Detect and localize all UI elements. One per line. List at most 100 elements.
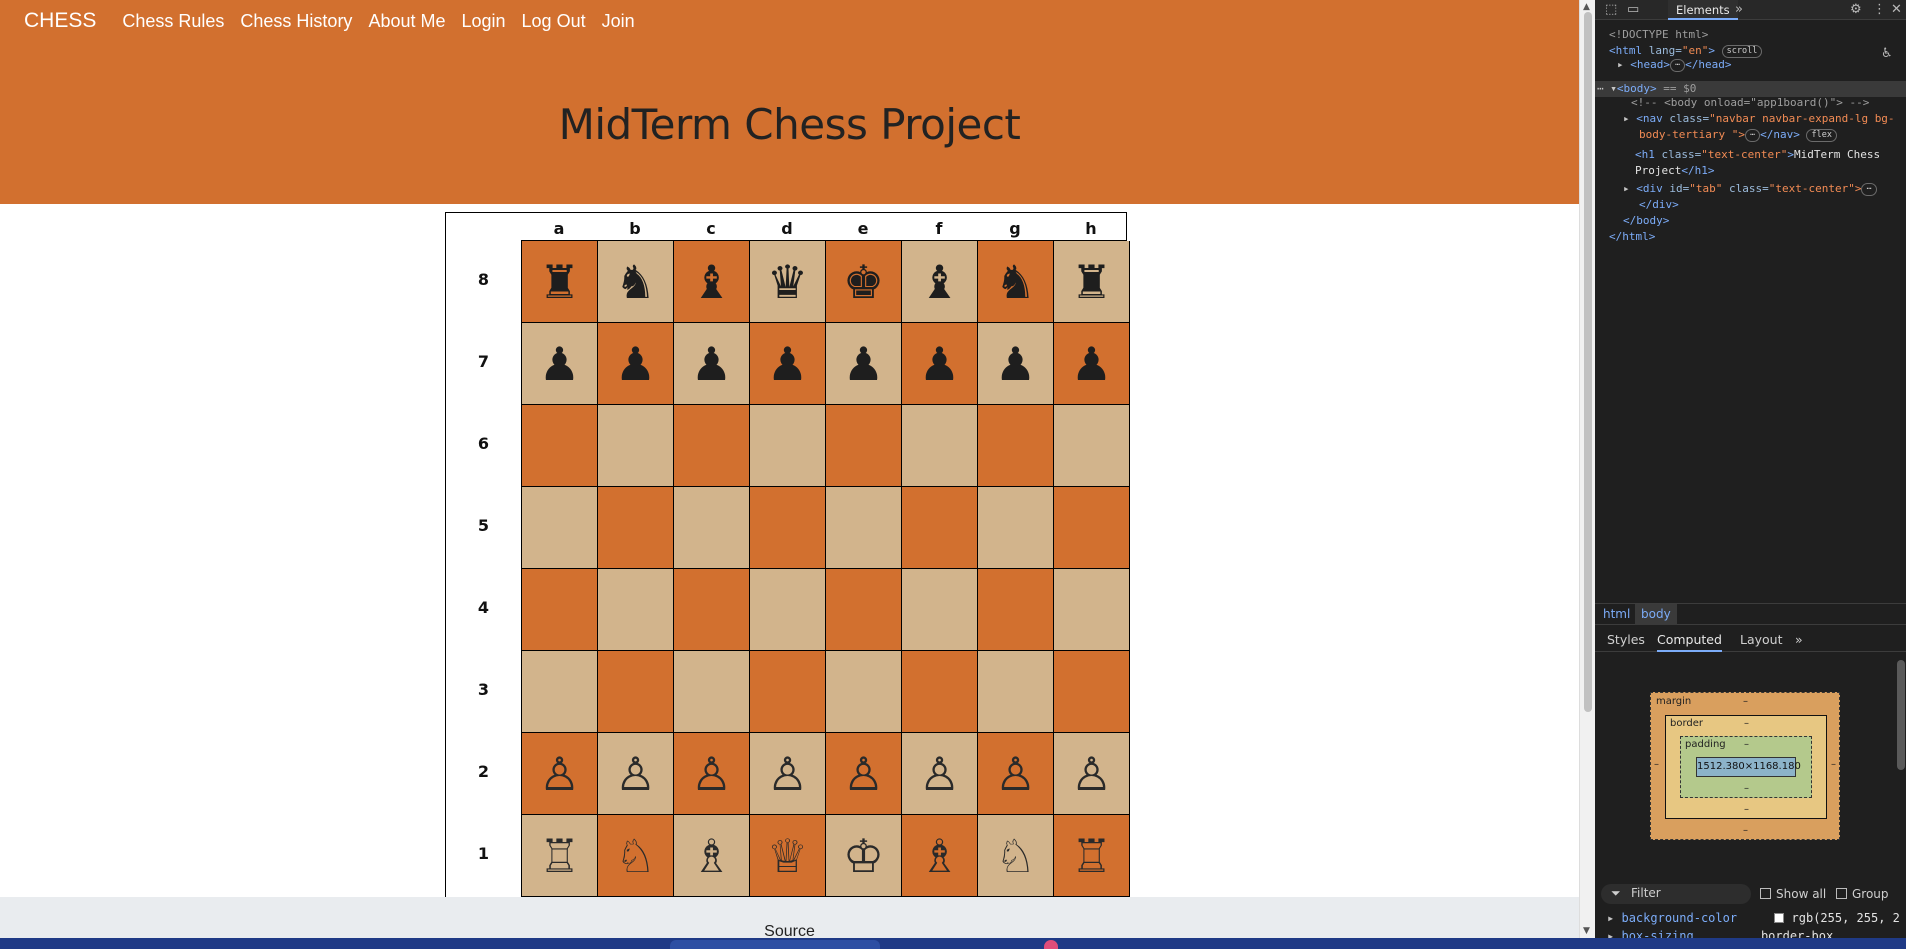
- dom-h1-cont[interactable]: Project</h1>: [1635, 164, 1714, 178]
- square-d7[interactable]: ♟: [750, 323, 826, 405]
- square-c6[interactable]: [674, 405, 750, 487]
- dom-body[interactable]: ⋯ ▾<body> == $0: [1597, 82, 1696, 96]
- dom-comment[interactable]: <!-- <body onload="app1board()"> -->: [1631, 96, 1869, 110]
- dom-head[interactable]: ▸ <head> ⋯ </head>: [1617, 58, 1731, 72]
- dom-doctype[interactable]: <!DOCTYPE html>: [1609, 28, 1708, 42]
- scroll-up-icon[interactable]: ▲: [1583, 2, 1590, 12]
- square-f5[interactable]: [902, 487, 978, 569]
- scroll-thumb[interactable]: [1584, 12, 1592, 712]
- nav-link-chess-history[interactable]: Chess History: [240, 11, 352, 32]
- color-swatch[interactable]: [1774, 913, 1785, 923]
- square-c5[interactable]: [674, 487, 750, 569]
- inspect-icon[interactable]: ⬚: [1605, 2, 1617, 17]
- square-e4[interactable]: [826, 569, 902, 651]
- nav-link-join[interactable]: Join: [602, 11, 635, 32]
- square-e6[interactable]: [826, 405, 902, 487]
- square-d3[interactable]: [750, 651, 826, 733]
- square-e1[interactable]: ♔: [826, 815, 902, 897]
- chess-piece-b7[interactable]: ♟: [615, 341, 656, 387]
- dom-html-close[interactable]: </html>: [1609, 230, 1655, 244]
- chess-piece-d2[interactable]: ♙: [767, 751, 808, 797]
- gear-icon[interactable]: ⚙: [1850, 2, 1862, 17]
- more-dots-icon[interactable]: ⋯: [1597, 82, 1604, 95]
- show-all-checkbox[interactable]: Show all: [1760, 887, 1826, 901]
- taskbar-app-icon[interactable]: [1044, 940, 1058, 949]
- square-a6[interactable]: [522, 405, 598, 487]
- square-h5[interactable]: [1054, 487, 1130, 569]
- square-e8[interactable]: ♚: [826, 241, 902, 323]
- square-e3[interactable]: [826, 651, 902, 733]
- chess-piece-f7[interactable]: ♟: [919, 341, 960, 387]
- breadcrumb-html[interactable]: html: [1597, 604, 1636, 625]
- square-f4[interactable]: [902, 569, 978, 651]
- dom-div[interactable]: ▸ <div id="tab" class="text-center"> ⋯: [1623, 182, 1877, 196]
- square-g4[interactable]: [978, 569, 1054, 651]
- group-checkbox[interactable]: Group: [1836, 887, 1889, 901]
- square-d1[interactable]: ♕: [750, 815, 826, 897]
- nav-link-about-me[interactable]: About Me: [368, 11, 445, 32]
- expand-arrow-icon[interactable]: ▸: [1623, 112, 1630, 125]
- square-b6[interactable]: [598, 405, 674, 487]
- chess-piece-g2[interactable]: ♙: [995, 751, 1036, 797]
- square-d5[interactable]: [750, 487, 826, 569]
- dom-nav-cont[interactable]: body-tertiary "> ⋯ </nav> flex: [1639, 128, 1837, 142]
- chess-piece-b2[interactable]: ♙: [615, 751, 656, 797]
- taskbar-app[interactable]: [670, 940, 880, 949]
- chess-piece-b1[interactable]: ♘: [615, 833, 656, 879]
- square-h7[interactable]: ♟: [1054, 323, 1130, 405]
- chess-piece-g8[interactable]: ♞: [995, 259, 1036, 305]
- square-b8[interactable]: ♞: [598, 241, 674, 323]
- square-g5[interactable]: [978, 487, 1054, 569]
- chess-piece-a2[interactable]: ♙: [539, 751, 580, 797]
- dom-nav[interactable]: ▸ <nav class="navbar navbar-expand-lg bg…: [1623, 112, 1895, 126]
- chess-piece-e2[interactable]: ♙: [843, 751, 884, 797]
- brand-logo[interactable]: CHESS: [24, 9, 96, 33]
- square-b7[interactable]: ♟: [598, 323, 674, 405]
- square-g3[interactable]: [978, 651, 1054, 733]
- chess-piece-e1[interactable]: ♔: [843, 833, 884, 879]
- square-g2[interactable]: ♙: [978, 733, 1054, 815]
- ellipsis-badge[interactable]: ⋯: [1670, 59, 1686, 72]
- square-g8[interactable]: ♞: [978, 241, 1054, 323]
- nav-link-chess-rules[interactable]: Chess Rules: [122, 11, 224, 32]
- breadcrumb-body[interactable]: body: [1635, 604, 1677, 625]
- more-tabs-icon[interactable]: »: [1735, 2, 1743, 17]
- devtools-scrollbar[interactable]: [1897, 660, 1905, 770]
- square-d6[interactable]: [750, 405, 826, 487]
- kebab-menu-icon[interactable]: ⋮: [1873, 2, 1886, 17]
- chess-piece-c7[interactable]: ♟: [691, 341, 732, 387]
- square-f6[interactable]: [902, 405, 978, 487]
- square-a7[interactable]: ♟: [522, 323, 598, 405]
- square-e2[interactable]: ♙: [826, 733, 902, 815]
- square-a2[interactable]: ♙: [522, 733, 598, 815]
- chess-piece-b8[interactable]: ♞: [615, 259, 656, 305]
- chess-piece-f1[interactable]: ♗: [919, 833, 960, 879]
- square-b5[interactable]: [598, 487, 674, 569]
- chess-piece-h8[interactable]: ♜: [1071, 259, 1112, 305]
- dom-h1[interactable]: <h1 class="text-center">MidTerm Chess: [1635, 148, 1880, 162]
- square-c1[interactable]: ♗: [674, 815, 750, 897]
- square-b1[interactable]: ♘: [598, 815, 674, 897]
- square-f7[interactable]: ♟: [902, 323, 978, 405]
- square-b2[interactable]: ♙: [598, 733, 674, 815]
- chess-piece-a1[interactable]: ♖: [539, 833, 580, 879]
- chess-piece-g1[interactable]: ♘: [995, 833, 1036, 879]
- close-icon[interactable]: ✕: [1891, 2, 1902, 17]
- square-a5[interactable]: [522, 487, 598, 569]
- chess-piece-d7[interactable]: ♟: [767, 341, 808, 387]
- square-h2[interactable]: ♙: [1054, 733, 1130, 815]
- square-a4[interactable]: [522, 569, 598, 651]
- square-h1[interactable]: ♖: [1054, 815, 1130, 897]
- square-h3[interactable]: [1054, 651, 1130, 733]
- square-c7[interactable]: ♟: [674, 323, 750, 405]
- square-d2[interactable]: ♙: [750, 733, 826, 815]
- square-a8[interactable]: ♜: [522, 241, 598, 323]
- square-d8[interactable]: ♛: [750, 241, 826, 323]
- square-f8[interactable]: ♝: [902, 241, 978, 323]
- scroll-badge[interactable]: scroll: [1721, 45, 1763, 58]
- chess-piece-e8[interactable]: ♚: [843, 259, 884, 305]
- chess-piece-f8[interactable]: ♝: [919, 259, 960, 305]
- square-e5[interactable]: [826, 487, 902, 569]
- chess-piece-h7[interactable]: ♟: [1071, 341, 1112, 387]
- square-c8[interactable]: ♝: [674, 241, 750, 323]
